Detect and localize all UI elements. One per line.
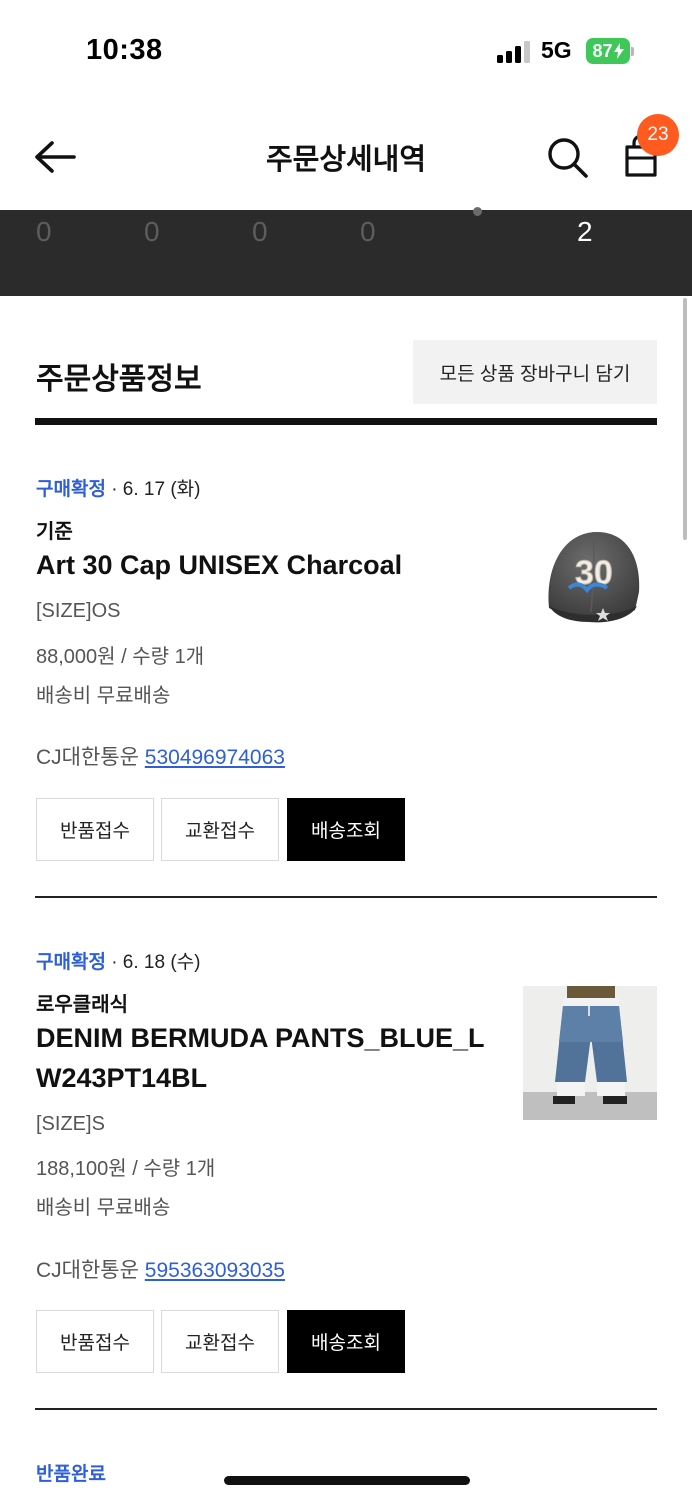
app-header: 주문상세내역 <box>0 100 692 210</box>
tracking-number-link[interactable]: 595363093035 <box>145 1259 285 1282</box>
courier-name: CJ대한통운 <box>36 1259 145 1282</box>
battery-icon: 87 <box>586 38 630 64</box>
product-price-qty: 88,000원 / 수량 1개 <box>36 646 205 668</box>
order-date: · 6. 18 (수) <box>105 952 201 973</box>
battery-level: 87 <box>592 40 613 61</box>
shipping-fee: 배송비 무료배송 <box>36 685 171 707</box>
courier-info: CJ대한통운 595363093035 <box>36 1254 285 1284</box>
product-name[interactable]: DENIM BERMUDA PANTS_BLUE_LW243PT14BL <box>36 1018 486 1098</box>
status-bar: 10:38 5G 87 <box>0 0 692 100</box>
section-title: 주문상품정보 <box>36 363 202 396</box>
order-status-line: 반품완료 <box>36 1459 106 1486</box>
strip-indicator-dot <box>473 207 482 216</box>
order-status: 구매확정 <box>36 479 106 500</box>
network-type: 5G <box>541 37 572 63</box>
item-divider <box>35 1408 657 1410</box>
status-count: 2 <box>577 216 593 247</box>
item-divider <box>35 896 657 898</box>
courier-info: CJ대한통운 530496974063 <box>36 741 285 771</box>
home-indicator[interactable] <box>224 1476 470 1485</box>
track-delivery-button[interactable]: 배송조회 <box>287 798 405 861</box>
status-count: 0 <box>144 216 160 247</box>
scrollbar[interactable] <box>683 298 687 540</box>
tracking-number-link[interactable]: 530496974063 <box>145 746 285 769</box>
section-divider <box>35 418 657 425</box>
order-status-strip: 0 0 0 0 2 <box>0 207 692 296</box>
return-request-button[interactable]: 반품접수 <box>36 798 154 861</box>
order-status: 구매확정 <box>36 952 106 973</box>
shipping-fee: 배송비 무료배송 <box>36 1197 171 1219</box>
track-delivery-button[interactable]: 배송조회 <box>287 1310 405 1373</box>
battery-tip <box>631 47 634 56</box>
product-brand[interactable]: 로우클래식 <box>36 988 128 1017</box>
product-thumbnail[interactable]: 30 <box>523 518 657 652</box>
search-button[interactable] <box>543 133 591 181</box>
courier-name: CJ대한통운 <box>36 746 145 769</box>
product-price-qty: 188,100원 / 수량 1개 <box>36 1158 216 1180</box>
order-status-line: 구매확정 · 6. 18 (수) <box>36 947 200 974</box>
order-status: 반품완료 <box>36 1464 106 1485</box>
status-count: 0 <box>36 216 52 247</box>
add-all-to-cart-button[interactable]: 모든 상품 장바구니 담기 <box>413 340 657 404</box>
signal-icon <box>497 41 531 63</box>
return-request-button[interactable]: 반품접수 <box>36 1310 154 1373</box>
status-count: 0 <box>252 216 268 247</box>
order-date: · 6. 17 (화) <box>105 479 201 500</box>
cart-count-badge: 23 <box>637 114 679 156</box>
denim-pants-image <box>523 986 657 1120</box>
exchange-request-button[interactable]: 교환접수 <box>161 798 279 861</box>
product-size: [SIZE]OS <box>36 600 121 622</box>
status-count: 0 <box>360 216 376 247</box>
exchange-request-button[interactable]: 교환접수 <box>161 1310 279 1373</box>
search-icon <box>548 138 588 178</box>
cap-image: 30 <box>548 531 640 623</box>
order-status-line: 구매확정 · 6. 17 (화) <box>36 474 200 501</box>
status-time: 10:38 <box>86 34 163 66</box>
product-brand[interactable]: 기준 <box>36 515 73 544</box>
product-thumbnail[interactable] <box>523 986 657 1120</box>
product-name[interactable]: Art 30 Cap UNISEX Charcoal <box>36 545 486 585</box>
product-size: [SIZE]S <box>36 1113 105 1135</box>
